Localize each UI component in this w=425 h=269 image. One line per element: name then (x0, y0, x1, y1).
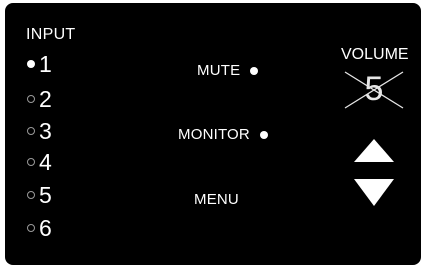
volume-up-icon[interactable] (354, 139, 394, 163)
input-item-label: 3 (39, 117, 52, 144)
mute-indicator-icon (250, 66, 259, 75)
volume-down-icon[interactable] (354, 179, 394, 206)
control-panel: INPUT 1 2 3 4 5 6 MUTE MONITOR MENU VOLU… (5, 3, 421, 265)
input-item-4[interactable]: 4 (27, 148, 52, 176)
unselected-indicator-icon (27, 191, 35, 199)
muted-cross-icon (344, 71, 404, 109)
selected-indicator-icon (27, 60, 35, 68)
input-item-5[interactable]: 5 (27, 181, 52, 209)
unselected-indicator-icon (27, 224, 35, 232)
menu-button[interactable]: MENU (194, 191, 239, 208)
input-item-6[interactable]: 6 (27, 214, 52, 242)
mute-label: MUTE (197, 62, 241, 79)
monitor-indicator-icon (259, 130, 268, 139)
volume-title: VOLUME (341, 46, 409, 63)
menu-label: MENU (194, 191, 239, 208)
input-title: INPUT (26, 26, 76, 43)
input-item-label: 1 (39, 50, 52, 77)
monitor-label: MONITOR (178, 126, 250, 143)
monitor-button[interactable]: MONITOR (178, 126, 268, 143)
input-item-label: 5 (39, 181, 52, 208)
volume-display: 5 (343, 68, 405, 110)
input-item-label: 2 (39, 85, 52, 112)
unselected-indicator-icon (27, 127, 35, 135)
input-item-label: 6 (39, 214, 52, 241)
input-item-label: 4 (39, 148, 52, 175)
input-item-1[interactable]: 1 (27, 50, 52, 78)
input-item-3[interactable]: 3 (27, 117, 52, 145)
mute-button[interactable]: MUTE (197, 62, 259, 79)
input-item-2[interactable]: 2 (27, 85, 52, 113)
unselected-indicator-icon (27, 95, 35, 103)
unselected-indicator-icon (27, 158, 35, 166)
